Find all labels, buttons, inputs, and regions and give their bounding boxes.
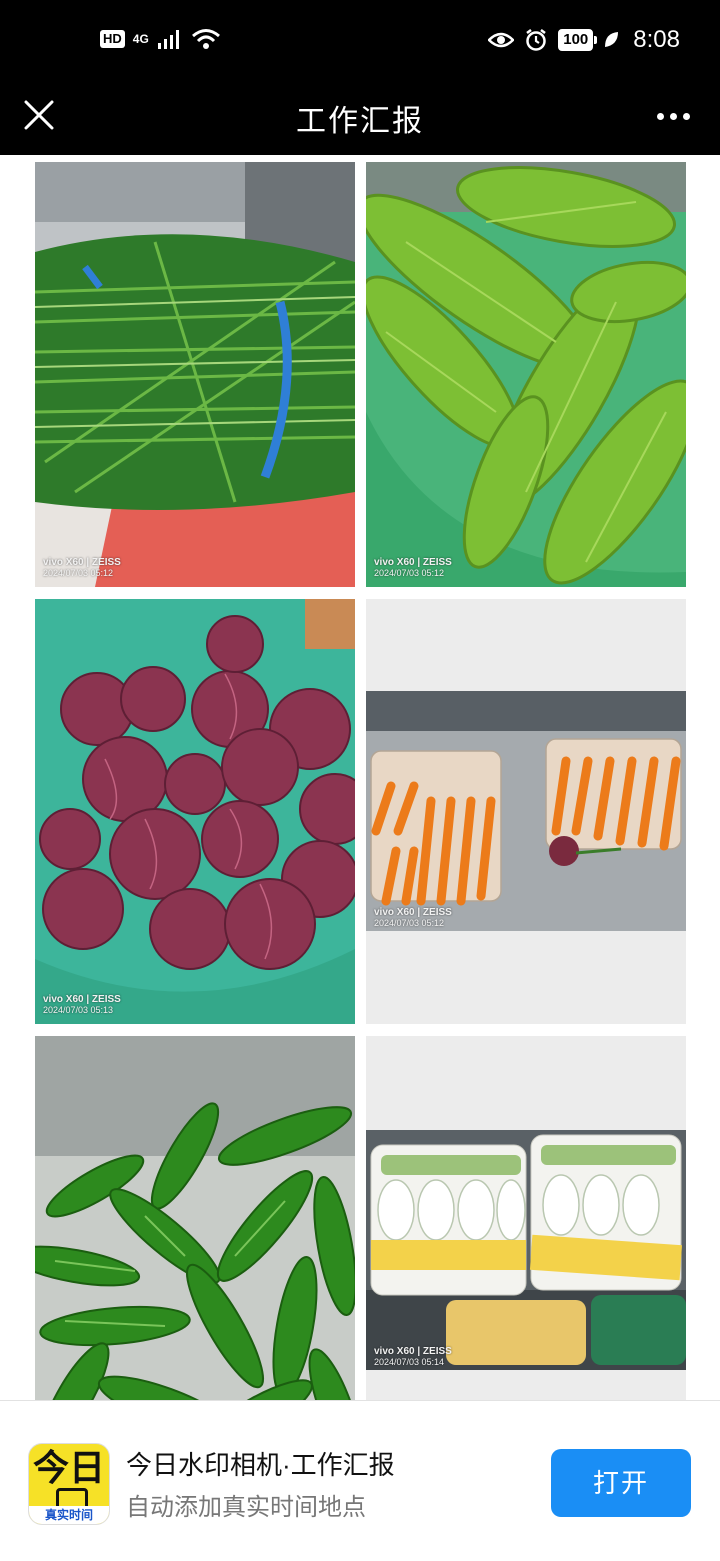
- watermark-time: 2024/07/03 05:12: [43, 568, 114, 578]
- signal-icon: [157, 30, 179, 49]
- watermark-time: 2024/07/03 05:12: [374, 568, 445, 578]
- photo-watermark: vivo X60 | ZEISS 2024/07/03 05:13: [43, 994, 121, 1016]
- app-icon[interactable]: 今日 真实时间: [28, 1443, 110, 1525]
- app-icon-text: 今日: [32, 1447, 105, 1488]
- watermark-brand: vivo X60 | ZEISS: [374, 557, 452, 568]
- app-download-banner: 今日 真实时间 今日水印相机·工作汇报 自动添加真实时间地点 打开: [0, 1400, 720, 1561]
- photo-grid: vivo X60 | ZEISS 2024/07/03 05:12 vivo X…: [0, 155, 720, 1400]
- watermark-brand: vivo X60 | ZEISS: [43, 994, 121, 1005]
- wifi-icon: [191, 29, 220, 49]
- battery-icon: 100: [558, 29, 598, 51]
- app-name: 今日水印相机·工作汇报: [126, 1450, 395, 1480]
- watermark-time: 2024/07/03 05:13: [43, 1005, 114, 1015]
- more-icon-dot: [669, 112, 677, 120]
- app-icon-strip: 真实时间: [29, 1506, 109, 1524]
- alarm-icon: [526, 29, 546, 51]
- hd-badge: HD: [100, 30, 125, 48]
- watermark-brand: vivo X60 | ZEISS: [374, 907, 452, 918]
- photo-watermark: vivo X60 | ZEISS 2024/07/03 05:12: [374, 907, 452, 929]
- page-title: 工作汇报: [296, 105, 424, 138]
- leaf-icon: [605, 32, 619, 47]
- photo-watermark: vivo X60 | ZEISS 2024/07/03 05:14: [374, 1346, 452, 1368]
- watermark-time: 2024/07/03 05:14: [374, 1357, 445, 1367]
- status-right: 100 8:08: [488, 26, 680, 54]
- more-icon-dot: [682, 112, 690, 120]
- photo-carrots[interactable]: vivo X60 | ZEISS 2024/07/03 05:12: [366, 599, 686, 1024]
- photo-bitter-melons[interactable]: vivo X60 | ZEISS 2024/07/03 05:12: [366, 162, 686, 587]
- status-bar: HD 4G 100 8:08: [0, 0, 720, 80]
- network-type: 4G: [132, 32, 149, 46]
- more-button[interactable]: [648, 96, 698, 136]
- more-icon: [656, 112, 664, 120]
- status-left: HD 4G: [100, 28, 221, 50]
- photo-chives[interactable]: vivo X60 | ZEISS 2024/07/03 05:12: [35, 162, 355, 587]
- watermark-brand: vivo X60 | ZEISS: [43, 557, 121, 568]
- app-subtitle: 自动添加真实时间地点: [126, 1494, 366, 1521]
- watermark-time: 2024/07/03 05:12: [374, 918, 445, 928]
- photo-watermark: vivo X60 | ZEISS 2024/07/03 05:12: [374, 557, 452, 579]
- photo-watermark: vivo X60 | ZEISS 2024/07/03 05:12: [43, 557, 121, 579]
- clock: 8:08: [633, 26, 680, 53]
- photo-red-onions[interactable]: vivo X60 | ZEISS 2024/07/03 05:13: [35, 599, 355, 1024]
- eye-icon: [488, 32, 515, 48]
- watermark-brand: vivo X60 | ZEISS: [374, 1346, 452, 1357]
- photo-cabbage[interactable]: vivo X60 | ZEISS 2024/07/03 05:14: [366, 1036, 686, 1400]
- photo-green-peppers[interactable]: [35, 1036, 355, 1400]
- open-app-button[interactable]: 打开: [551, 1449, 691, 1517]
- nav-bar: 工作汇报: [0, 80, 720, 155]
